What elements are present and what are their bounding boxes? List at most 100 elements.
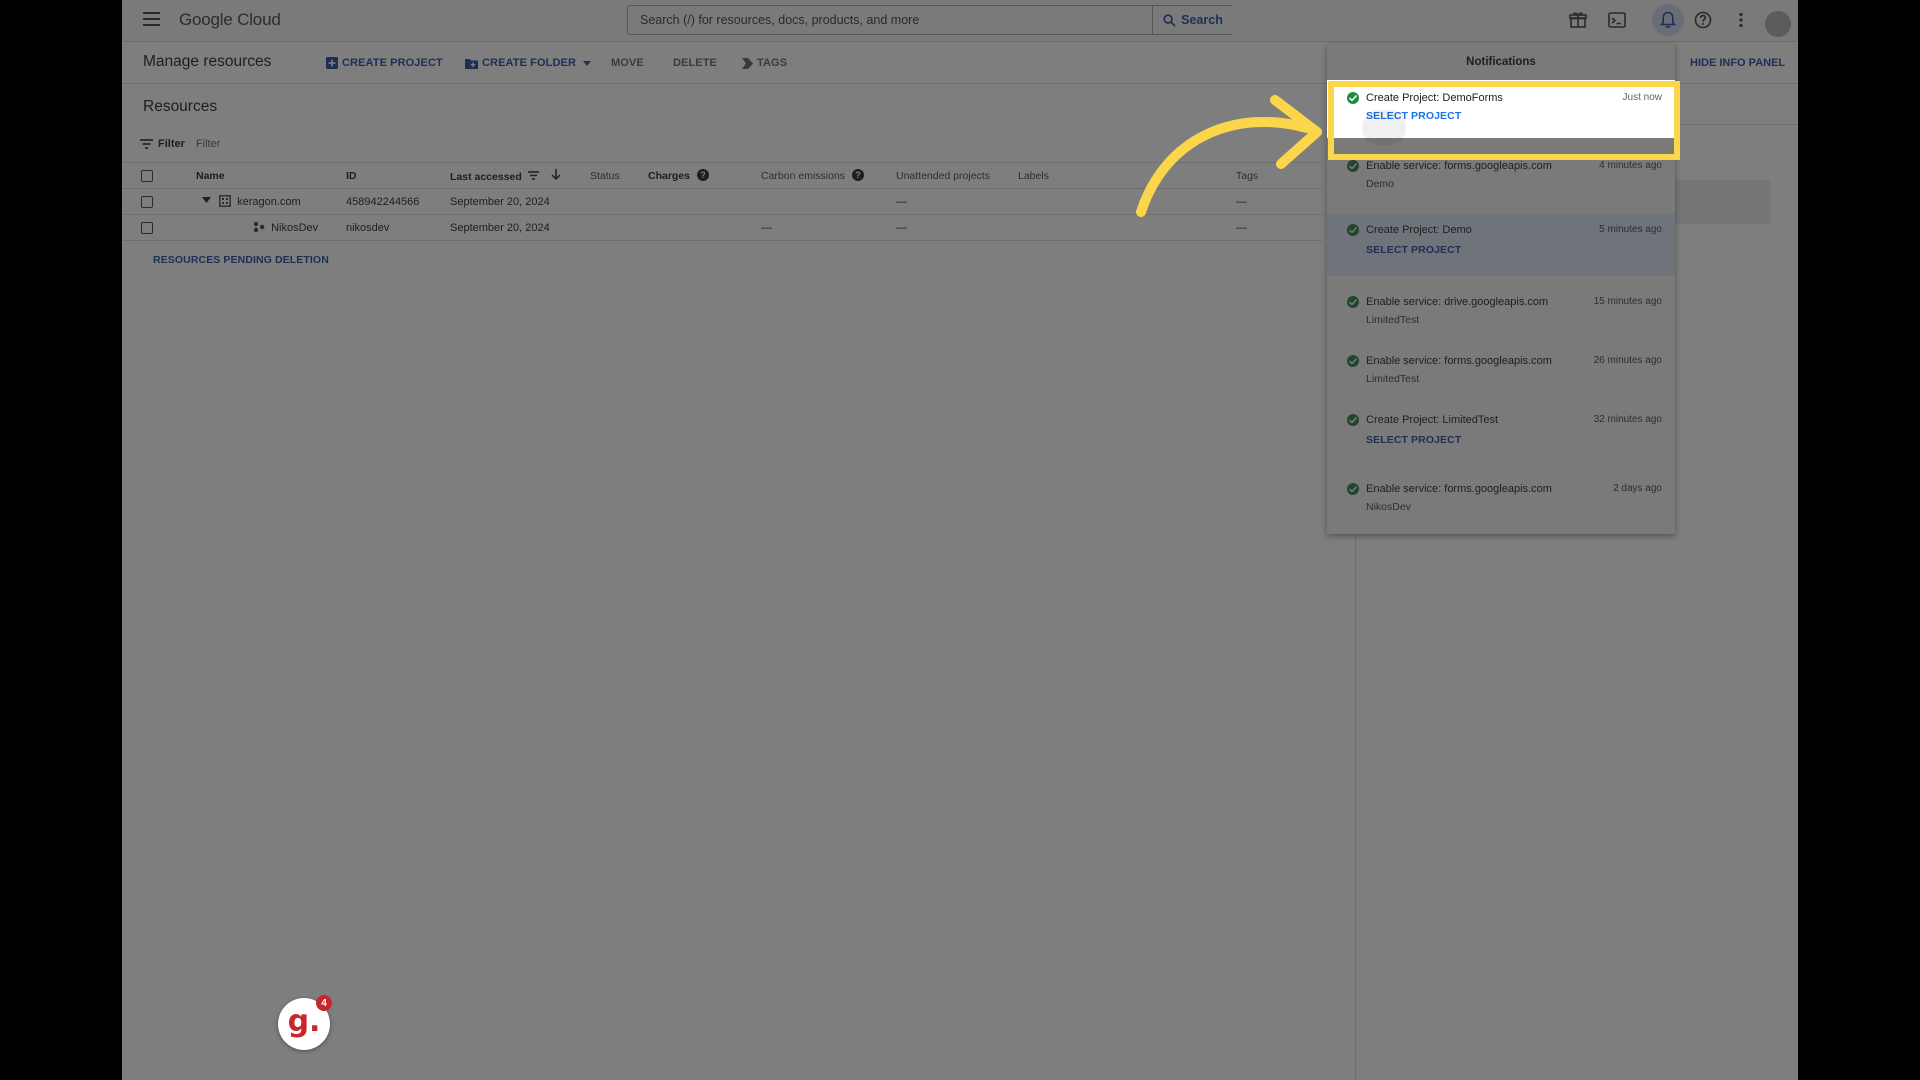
guide-badge[interactable]: g. 4 <box>278 995 332 1050</box>
check-circle-icon <box>1347 160 1359 172</box>
notification-time: 5 minutes ago <box>1599 224 1662 235</box>
search-icon <box>1163 13 1176 27</box>
info-panel-block <box>1670 180 1770 224</box>
last-accessed-cell: September 20, 2024 <box>450 214 590 241</box>
col-name[interactable]: Name <box>196 162 346 189</box>
col-carbon-emissions[interactable]: Carbon emissions ? <box>761 162 896 189</box>
arrow-down-icon <box>551 168 561 180</box>
google-cloud-logo[interactable]: Google Cloud <box>179 10 281 30</box>
notification-item[interactable]: Create Project: LimitedTest SELECT PROJE… <box>1327 402 1675 460</box>
add-box-icon <box>326 57 338 69</box>
notification-item[interactable]: Enable service: forms.googleapis.com Lim… <box>1327 343 1675 401</box>
charges-cell <box>648 188 761 215</box>
resource-name[interactable]: keragon.com <box>237 196 301 208</box>
notifications-button[interactable] <box>1652 4 1684 36</box>
notification-item[interactable]: Enable service: drive.googleapis.com Lim… <box>1327 284 1675 342</box>
guide-badge-count: 4 <box>316 995 332 1011</box>
menu-icon[interactable] <box>143 12 160 26</box>
row-checkbox-cell <box>122 214 196 241</box>
col-charges-label: Charges <box>648 170 691 182</box>
notification-text: Enable service: forms.googleapis.com <box>1366 355 1552 367</box>
search-input[interactable] <box>628 6 1152 34</box>
pointer-arrow <box>1136 95 1322 217</box>
notification-project: LimitedTest <box>1366 373 1420 385</box>
more-vert-icon[interactable] <box>1731 10 1751 30</box>
notification-text: Enable service: forms.googleapis.com <box>1366 160 1552 172</box>
name-cell: keragon.com <box>196 188 346 215</box>
create-project-button[interactable]: CREATE PROJECT <box>326 57 443 69</box>
help-icon[interactable] <box>1693 10 1713 30</box>
top-bar: Google Cloud Search <box>122 0 1798 42</box>
col-id[interactable]: ID <box>346 162 450 189</box>
unattended-cell: — <box>896 214 1018 241</box>
resources-pending-deletion-link[interactable]: RESOURCES PENDING DELETION <box>153 254 329 266</box>
svg-text:?: ? <box>700 170 706 180</box>
cloud-shell-icon[interactable] <box>1607 10 1627 30</box>
app-window: Google Cloud Search Manage resources <box>122 0 1798 1080</box>
search-button[interactable]: Search <box>1152 6 1233 34</box>
bell-icon <box>1660 11 1676 29</box>
resource-name[interactable]: NikosDev <box>271 222 318 234</box>
col-unattended-projects[interactable]: Unattended projects <box>896 162 1018 189</box>
guide-badge-letter: g. <box>287 1003 321 1039</box>
expand-arrow-icon[interactable] <box>202 197 211 203</box>
notification-item[interactable]: Create Project: Demo SELECT PROJECT 5 mi… <box>1327 214 1675 276</box>
notification-item[interactable]: Enable service: forms.googleapis.com Nik… <box>1327 471 1675 529</box>
charges-cell <box>648 214 761 241</box>
row-checkbox[interactable] <box>141 195 153 208</box>
create-folder-button[interactable]: CREATE FOLDER <box>465 57 591 69</box>
notification-project: Demo <box>1366 178 1395 190</box>
last-accessed-cell: September 20, 2024 <box>450 188 590 215</box>
carbon-cell <box>761 188 896 215</box>
col-status[interactable]: Status <box>590 162 648 189</box>
create-project-label: CREATE PROJECT <box>342 57 443 69</box>
unattended-cell: — <box>896 188 1018 215</box>
notification-text: Create Project: DemoForms <box>1366 92 1503 104</box>
notification-text: Enable service: drive.googleapis.com <box>1366 296 1549 308</box>
avatar[interactable] <box>1765 11 1791 37</box>
resources-title: Resources <box>143 98 218 115</box>
status-cell <box>590 188 648 215</box>
logo-google: Google <box>179 10 233 29</box>
col-last-accessed[interactable]: Last accessed <box>450 162 590 189</box>
id-cell: 458942244566 <box>346 188 450 215</box>
cursor-hover-indicator <box>1362 110 1406 146</box>
gift-icon[interactable] <box>1568 10 1588 30</box>
notification-time: 32 minutes ago <box>1593 414 1662 425</box>
check-circle-icon <box>1347 92 1359 104</box>
carbon-cell: — <box>761 214 896 241</box>
select-all-checkbox[interactable] <box>141 169 153 182</box>
check-circle-icon <box>1347 355 1359 367</box>
col-carbon-label: Carbon emissions <box>761 170 846 182</box>
hide-info-panel-button[interactable]: HIDE INFO PANEL <box>1690 57 1785 69</box>
notification-time: 26 minutes ago <box>1593 355 1662 366</box>
select-project-link[interactable]: SELECT PROJECT <box>1366 244 1461 256</box>
notification-text: Enable service: forms.googleapis.com <box>1366 483 1552 495</box>
filter-label: Filter <box>158 138 185 150</box>
folder-add-icon <box>465 58 478 69</box>
col-charges[interactable]: Charges ? <box>648 162 761 189</box>
delete-button[interactable]: DELETE <box>673 57 717 69</box>
tags-label: TAGS <box>757 57 788 69</box>
check-circle-icon <box>1347 483 1359 495</box>
tag-icon <box>742 57 753 69</box>
select-project-link[interactable]: SELECT PROJECT <box>1366 434 1461 446</box>
row-checkbox[interactable] <box>141 221 153 234</box>
tags-button[interactable]: TAGS <box>742 57 787 69</box>
name-cell: NikosDev <box>196 214 346 241</box>
project-icon <box>253 221 265 233</box>
notification-time: Just now <box>1622 92 1662 103</box>
logo-cloud: Cloud <box>237 10 281 29</box>
page-title: Manage resources <box>143 53 272 70</box>
help-icon[interactable]: ? <box>851 169 864 181</box>
help-icon[interactable]: ? <box>696 169 709 181</box>
sort-filter-icon <box>527 170 539 180</box>
filter-bar: Filter Filter <box>140 136 220 152</box>
row-checkbox-cell <box>122 188 196 215</box>
notification-item[interactable]: Enable service: forms.googleapis.com Dem… <box>1327 148 1675 206</box>
move-button[interactable]: MOVE <box>611 57 644 69</box>
filter-input[interactable]: Filter <box>196 138 220 150</box>
notification-time: 2 days ago <box>1613 483 1662 494</box>
filter-icon <box>140 139 153 149</box>
check-circle-icon <box>1347 224 1359 236</box>
